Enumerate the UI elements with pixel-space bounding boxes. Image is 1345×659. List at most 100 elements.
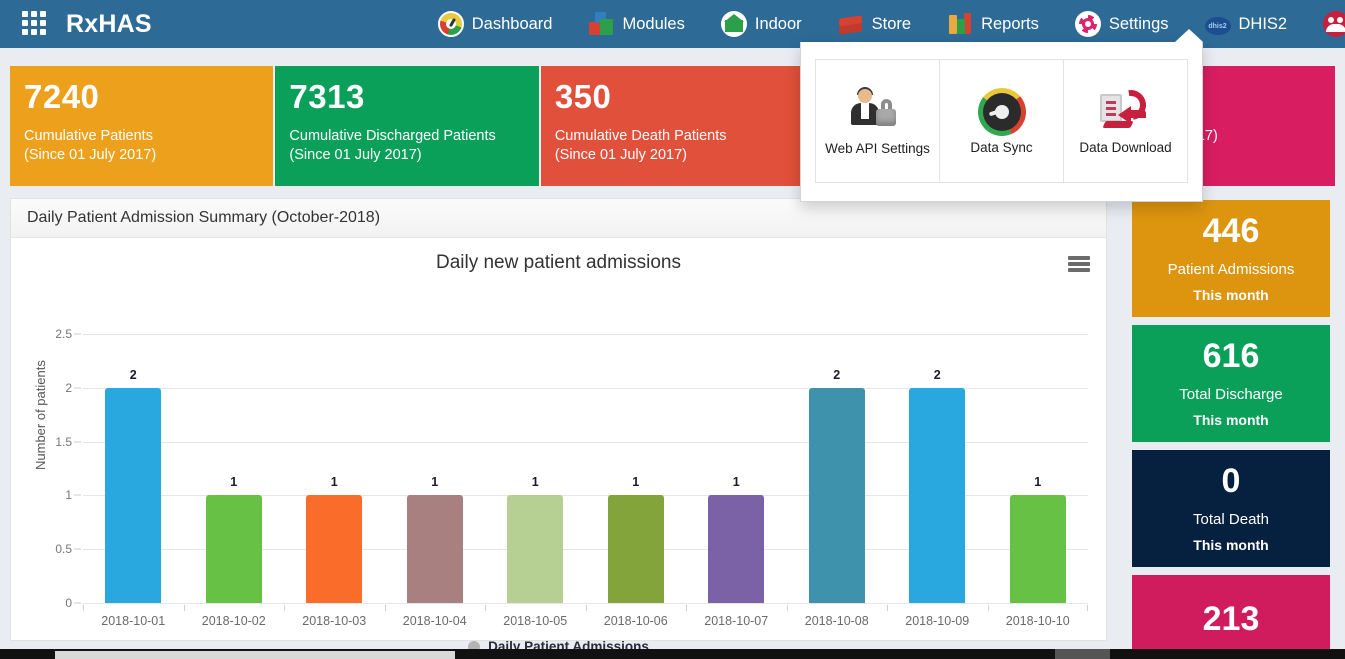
dropdown-caret: [1175, 29, 1203, 42]
side-kpi-sublabel: This month: [1193, 287, 1269, 303]
kpi-tile: 7240 Cumulative Patients (Since 01 July 20…: [10, 66, 274, 186]
grid-menu-icon[interactable]: [22, 11, 48, 37]
user-lock-icon: [850, 86, 906, 137]
nav-item-modules[interactable]: Modules: [570, 0, 702, 48]
chart-bar[interactable]: [205, 495, 262, 603]
nav-label-dashboard: Dashboard: [471, 14, 553, 33]
daily-admission-panel: Daily Patient Admission Summary (October…: [10, 198, 1107, 654]
x-axis-tick-label: 2018-10-02: [183, 605, 285, 628]
y-axis-tick-mark: [74, 602, 81, 604]
nav-item-reports[interactable]: Reports: [929, 0, 1057, 48]
y-axis-tick-label: 2: [65, 380, 72, 395]
x-axis-tick-label: 2018-10-05: [485, 605, 586, 628]
dropdown-label-web-api-settings: Web API Settings: [825, 140, 930, 156]
chart-bars: 2 1 1 1 1 1 1 2 2 1: [83, 334, 1088, 603]
side-kpi-sublabel: This month: [1193, 537, 1269, 553]
modules-icon: [588, 11, 614, 37]
x-axis-tick-label: 2018-10-04: [384, 605, 486, 628]
brand-area: RxHAS: [0, 10, 152, 39]
kpi-tile: 7313 Cumulative Discharged Patients (Since…: [275, 66, 539, 186]
bar-slot: 1: [686, 334, 787, 603]
kpi-caption: Cumulative Patients (Since 01 July 2017): [24, 127, 157, 164]
chart-bar[interactable]: [708, 495, 765, 603]
app-title: RxHAS: [66, 9, 152, 38]
x-axis-tick-label: 2018-10-09: [887, 605, 988, 628]
taskbar-window-a[interactable]: [55, 651, 455, 659]
chart-bar[interactable]: [406, 495, 463, 603]
top-navbar: RxHAS Dashboard Modules Indoor Store Rep…: [0, 0, 1345, 48]
dashboard-icon: [437, 11, 464, 37]
nav-item-dhis2[interactable]: dhis2 DHIS2: [1187, 0, 1306, 48]
chart-plot: 0 0.5 1 1.5 2 2.5 2 1 1 1 1 1 1 2 2 1: [55, 327, 1088, 610]
nav-item-settings[interactable]: Settings: [1057, 0, 1187, 48]
bar-slot: 1: [988, 334, 1089, 603]
chart-bar[interactable]: [306, 495, 363, 603]
os-taskbar: [0, 649, 1345, 659]
panel-header: Daily Patient Admission Summary (October…: [11, 199, 1106, 238]
taskbar-window-b[interactable]: [1055, 649, 1110, 659]
dropdown-item-web-api-settings[interactable]: Web API Settings: [815, 59, 940, 183]
side-kpi-sublabel: This month: [1193, 412, 1269, 428]
bar-value-label: 1: [732, 475, 740, 490]
side-kpi-value: 213: [1202, 599, 1260, 638]
y-axis-tick-label: 0: [65, 596, 72, 610]
chart-bar[interactable]: [909, 387, 966, 603]
nav-item-indoor[interactable]: Indoor: [703, 0, 820, 48]
dropdown-label-data-download: Data Download: [1079, 139, 1172, 155]
y-axis-tick-mark: [74, 333, 81, 335]
y-axis-tick-label: 2.5: [55, 327, 72, 341]
dhis2-icon: dhis2: [1204, 17, 1231, 35]
side-kpi-column: 446 Patient Admissions This month 616 Total …: [1132, 200, 1330, 659]
bar-slot: 1: [586, 334, 687, 603]
y-axis-tick-mark: [74, 441, 81, 443]
chart-title: Daily new patient admissions: [435, 252, 681, 273]
side-kpi-value: 0: [1221, 462, 1241, 500]
kpi-value: 350: [554, 78, 612, 115]
bar-slot: 1: [184, 334, 285, 603]
y-axis-tick-label: 0.5: [55, 542, 72, 557]
y-axis-tick-mark: [74, 548, 81, 550]
side-kpi-value: 446: [1202, 212, 1260, 250]
x-axis-tick-label: 2018-10-07: [686, 605, 787, 628]
dropdown-item-data-download[interactable]: Data Download: [1064, 59, 1188, 183]
kpi-value: 7313: [289, 78, 365, 115]
side-kpi-label: Total Discharge: [1179, 386, 1283, 403]
kpi-tile: 350 Cumulative Death Patients (Since 01 Ju…: [540, 66, 805, 186]
bar-slot: 1: [284, 334, 385, 603]
nav-label-store: Store: [871, 14, 912, 33]
chart-bar[interactable]: [1009, 495, 1066, 603]
chart-bar[interactable]: [105, 387, 162, 603]
about-icon: [1323, 11, 1345, 37]
store-icon: [838, 11, 864, 37]
bar-value-label: 1: [230, 475, 238, 490]
dropdown-item-data-sync[interactable]: Data Sync: [940, 59, 1064, 183]
dropdown-label-data-sync: Data Sync: [970, 139, 1033, 155]
nav-item-store[interactable]: Store: [820, 0, 929, 48]
nav-label-indoor: Indoor: [754, 14, 802, 33]
side-kpi-card: 616 Total Discharge This month: [1132, 325, 1330, 442]
nav-item-about[interactable]: About: [1305, 0, 1345, 48]
chart-bar[interactable]: [507, 495, 564, 603]
hamburger-menu-icon[interactable]: [1068, 256, 1090, 272]
sync-gauge-icon: [977, 87, 1026, 136]
side-kpi-label: Patient Admissions: [1167, 261, 1295, 278]
y-axis-label: Number of patients: [33, 360, 48, 470]
side-kpi-value: 616: [1202, 337, 1260, 375]
bar-value-label: 1: [531, 475, 539, 490]
x-axis-tick-label: 2018-10-08: [786, 605, 888, 628]
bar-slot: 2: [83, 334, 184, 603]
y-axis-tick-mark: [74, 494, 81, 496]
settings-dropdown-panel: Web API Settings Data Sync Data Download: [800, 29, 1203, 202]
chart-bar[interactable]: [607, 495, 664, 603]
bar-value-label: 2: [933, 367, 941, 382]
nav-label-reports: Reports: [981, 14, 1039, 33]
indoor-icon: [720, 11, 747, 37]
x-axis-tick-label: 2018-10-03: [284, 605, 385, 628]
y-axis-tick-label: 1: [65, 488, 72, 503]
nav-item-dashboard[interactable]: Dashboard: [420, 0, 571, 48]
chart-bar[interactable]: [808, 387, 865, 603]
kpi-caption: Cumulative Death Patients (Since 01 July …: [554, 127, 727, 164]
nav-label-settings: Settings: [1108, 14, 1169, 33]
bar-slot: 1: [385, 334, 486, 603]
bar-value-label: 1: [1034, 475, 1042, 490]
